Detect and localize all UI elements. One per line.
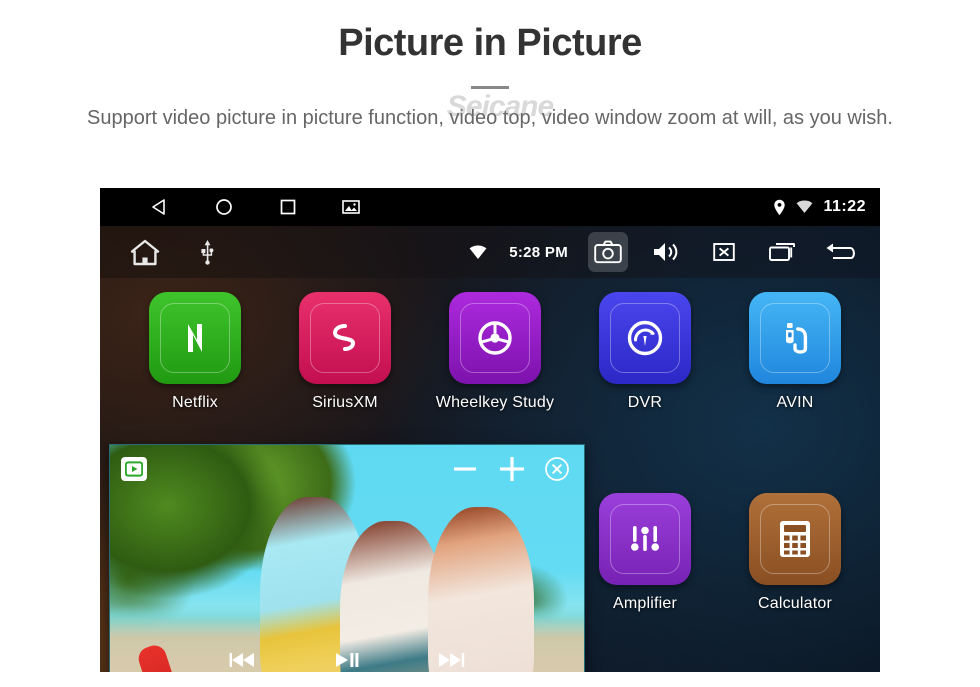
page-root: Picture in Picture Support video picture… — [0, 0, 980, 687]
back-arrow-icon[interactable] — [820, 232, 860, 272]
zoom-out-button[interactable] — [450, 454, 480, 484]
play-pause-button[interactable] — [334, 650, 360, 670]
home-icon[interactable] — [214, 197, 234, 217]
toolbar-clock: 5:28 PM — [509, 243, 568, 261]
app-avin[interactable]: AVIN — [720, 292, 870, 412]
page-subtitle: Support video picture in picture functio… — [87, 107, 893, 129]
pip-video-icon — [121, 457, 147, 481]
wifi-icon — [469, 244, 487, 260]
app-label: SiriusXM — [312, 394, 378, 411]
system-status-group: 11:22 — [773, 198, 866, 216]
app-grid: Netflix SiriusXM Wheelkey Study DVR AVIN… — [100, 278, 880, 672]
android-system-bar: 11:22 — [100, 188, 880, 226]
app-netflix[interactable]: Netflix — [120, 292, 270, 412]
toolbar-left-group — [130, 239, 215, 266]
volume-button[interactable] — [646, 232, 686, 272]
home-outline-icon[interactable] — [130, 239, 160, 266]
app-label: Calculator — [757, 595, 833, 612]
usb-icon[interactable] — [200, 239, 215, 265]
app-label: AVIN — [776, 394, 814, 411]
previous-track-button[interactable] — [228, 650, 258, 670]
siriusxm-icon[interactable] — [299, 292, 391, 384]
device-screen: 11:22 5:28 PM Netflix SiriusXM Wheelkey … — [100, 188, 880, 672]
pip-window-controls — [450, 453, 570, 485]
app-dvr[interactable]: DVR — [570, 292, 720, 412]
next-track-button[interactable] — [436, 650, 466, 670]
app-toolbar: 5:28 PM — [100, 226, 880, 278]
system-clock: 11:22 — [823, 198, 866, 215]
page-title: Picture in Picture — [338, 22, 642, 64]
toolbar-right-group: 5:28 PM — [469, 232, 860, 272]
netflix-icon[interactable] — [149, 292, 241, 384]
screenshot-icon[interactable] — [342, 198, 360, 216]
close-button[interactable] — [704, 232, 744, 272]
app-label: Amplifier — [612, 595, 678, 612]
screenshot-camera-button[interactable] — [588, 232, 628, 272]
av-plug-icon[interactable] — [749, 292, 841, 384]
app-label: Netflix — [172, 394, 218, 411]
equalizer-icon[interactable] — [599, 493, 691, 585]
title-divider — [471, 86, 509, 89]
app-wheelkey-study[interactable]: Wheelkey Study — [420, 292, 570, 412]
video-person — [428, 507, 534, 672]
gauge-icon[interactable] — [599, 292, 691, 384]
location-pin-icon — [773, 199, 786, 216]
app-siriusxm[interactable]: SiriusXM — [270, 292, 420, 412]
pip-video-window[interactable]: Seicane — [109, 444, 585, 672]
app-label: DVR — [627, 394, 663, 411]
wifi-icon — [796, 200, 813, 214]
steering-wheel-icon[interactable] — [449, 292, 541, 384]
back-icon[interactable] — [150, 197, 170, 217]
multitask-button[interactable] — [762, 232, 802, 272]
zoom-in-button[interactable] — [496, 453, 528, 485]
launcher-home: 5:28 PM Netflix SiriusXM Wheelkey Study … — [100, 226, 880, 672]
app-label: Wheelkey Study — [435, 394, 555, 411]
pip-media-controls — [110, 650, 584, 670]
system-nav-group — [150, 197, 360, 217]
close-pip-button[interactable] — [544, 456, 570, 482]
calculator-icon[interactable] — [749, 493, 841, 585]
app-amplifier[interactable]: Amplifier — [570, 493, 720, 613]
recents-icon[interactable] — [278, 197, 298, 217]
app-calculator[interactable]: Calculator — [720, 493, 870, 613]
